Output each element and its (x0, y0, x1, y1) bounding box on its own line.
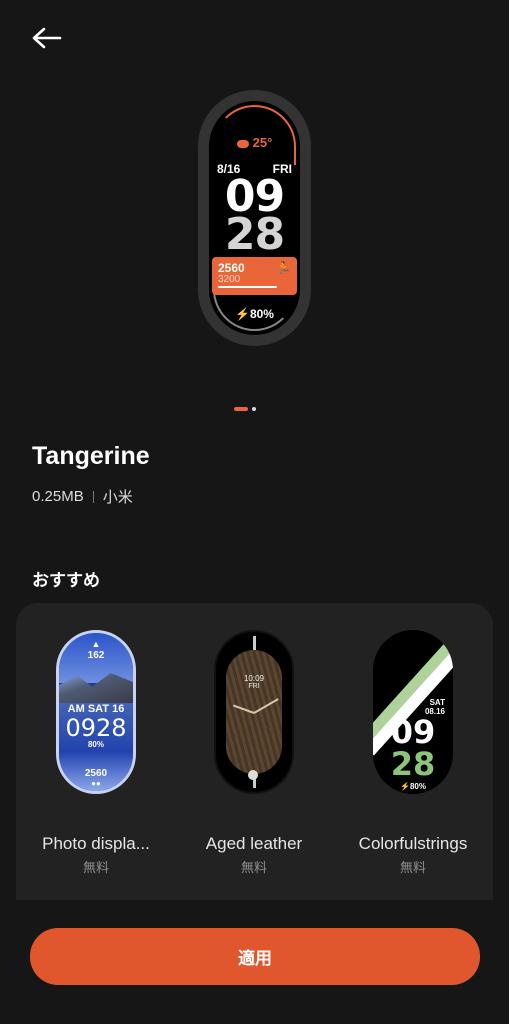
crown-icon (248, 770, 258, 780)
recommendations-panel: ▲ 162 AM SAT 16 0928 80% 2560 ●● Photo d… (16, 603, 493, 903)
watchface-author: 小米 (102, 489, 133, 506)
face-day: SAT (429, 698, 445, 707)
face-battery: 80% (87, 740, 104, 749)
running-icon: 🏃 (276, 261, 291, 275)
page-indicator-dot-active (234, 407, 248, 411)
recommendation-price: 無料 (240, 860, 267, 875)
face-time: 10:09 (243, 674, 265, 683)
hour-marker (252, 636, 256, 650)
face-time: 0928 (65, 714, 127, 742)
face-battery: 80% (409, 782, 426, 791)
face-steps: 2560 (84, 768, 108, 779)
steps-goal: 3200 (218, 274, 241, 285)
photo-display-thumbnail: ▲ 162 AM SAT 16 0928 80% 2560 ●● (56, 630, 136, 794)
battery-readout: ⚡80% (209, 307, 300, 321)
colorfulstrings-thumbnail: SAT 08.16 09 28 ⚡80% (373, 630, 453, 794)
recommendation-name: Photo displa... (42, 834, 150, 853)
battery-value: 80% (249, 307, 274, 321)
face-battery-row: ⚡80% (373, 782, 453, 791)
face-day: FRI (248, 683, 260, 690)
recommendation-photo-display[interactable]: ▲ 162 AM SAT 16 0928 80% 2560 ●● Photo d… (21, 630, 171, 876)
face-top-value: 162 (87, 650, 105, 661)
footsteps-icon: ●● (91, 779, 101, 788)
recommendations-title: おすすめ (32, 571, 100, 590)
meta-divider (92, 490, 94, 503)
recommendation-price: 無料 (82, 860, 109, 875)
watchface-preview[interactable]: 25° 8/16 FRI 09 28 2560 3200 🏃 ⚡80% (198, 90, 311, 346)
cloud-icon (236, 139, 249, 148)
steps-card: 2560 3200 🏃 (212, 257, 297, 295)
aged-leather-thumbnail: 10:09 FRI (214, 630, 294, 794)
page-indicator-dot (252, 407, 256, 411)
apply-button[interactable]: 適用 (30, 928, 480, 985)
watchface-preview-screen: 25° 8/16 FRI 09 28 2560 3200 🏃 ⚡80% (209, 101, 300, 335)
watchface-meta: 0.25MB 小米 (32, 486, 133, 507)
steps-progress-bar (218, 286, 277, 288)
page-indicator (234, 407, 256, 411)
recommendation-colorfulstrings[interactable]: SAT 08.16 09 28 ⚡80% Colorfulstrings 無料 (338, 630, 488, 876)
lightning-icon: ⚡ (400, 782, 410, 791)
weather-readout: 25° (209, 135, 300, 150)
watchface-size: 0.25MB (32, 488, 84, 505)
recommendation-name: Colorfulstrings (358, 834, 468, 853)
face-minute: 28 (390, 745, 436, 783)
face-hour: 09 (390, 713, 436, 751)
arrow-left-icon (32, 27, 62, 49)
weather-temp: 25° (252, 135, 273, 150)
recommendation-aged-leather[interactable]: 10:09 FRI Aged leather 無料 (179, 630, 329, 876)
back-button[interactable] (30, 24, 66, 52)
minute-text: 28 (224, 209, 285, 260)
recommendation-name: Aged leather (205, 834, 303, 853)
watchface-title: Tangerine (32, 442, 150, 470)
lightning-icon: ⚡ (235, 307, 250, 321)
recommendation-price: 無料 (399, 860, 426, 875)
flame-icon: ▲ (91, 639, 101, 649)
